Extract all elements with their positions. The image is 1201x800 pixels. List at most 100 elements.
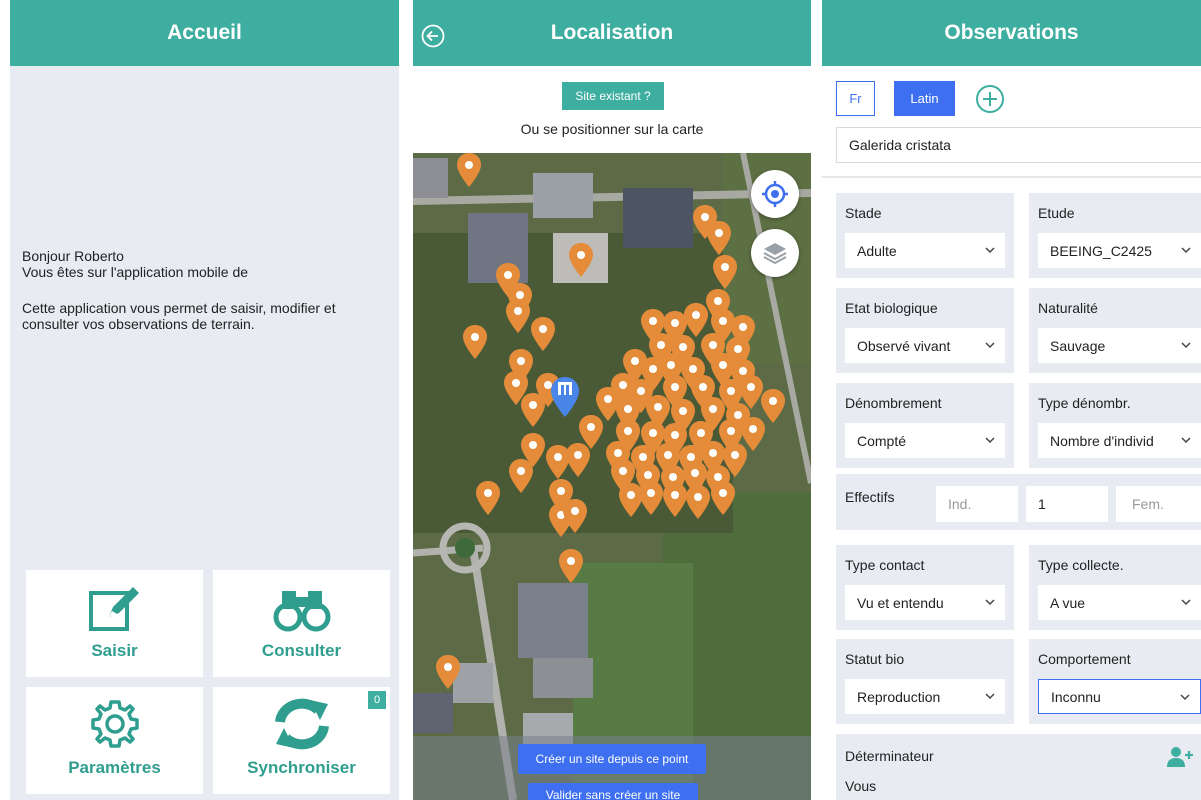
sync-icon [274,698,329,750]
chevron-down-icon [1181,599,1191,606]
localisation-header: Localisation [413,0,811,66]
stade-label: Stade [845,205,882,221]
home-screen: Accueil Bonjour Roberto Vous êtes sur l'… [10,0,399,800]
observations-screen: Observations Fr Latin Galerida cristata … [822,0,1201,800]
localisation-title: Localisation [550,21,674,44]
home-header: Accueil [10,0,399,66]
etat-label: Etat biologique [845,300,938,316]
stade-select[interactable]: Adulte [845,233,1005,268]
consulter-label: Consulter [261,641,342,660]
back-arrow-icon[interactable] [421,24,445,48]
individuals-input[interactable]: Ind. [936,486,1018,522]
chevron-down-icon [985,599,995,606]
determinateur-value: Vous [845,778,877,794]
type-collecte-value: A vue [1050,594,1086,611]
type-contact-select[interactable]: Vu et entendu [845,585,1005,620]
type-contact-field: Type contact Vu et entendu [836,545,1014,630]
layers-button[interactable] [751,229,799,277]
layers-icon [763,243,787,265]
chevron-down-icon [985,342,995,349]
validate-without-site-button[interactable]: Valider sans créer un site [528,783,698,800]
gear-icon [90,700,139,748]
saisir-tile[interactable]: Saisir [26,570,203,677]
etude-value: BEEING_C2425 [1050,242,1152,259]
denombrement-select[interactable]: Compté [845,423,1005,458]
stade-field: Stade Adulte [836,193,1014,278]
chevron-down-icon [1180,694,1190,701]
count-input[interactable]: 1 [1026,486,1108,522]
naturalite-label: Naturalité [1038,300,1098,316]
comportement-field: Comportement Inconnu [1029,639,1201,724]
saisir-label: Saisir [91,641,138,660]
welcome-text: Bonjour Roberto Vous êtes sur l'applicat… [22,248,336,332]
stade-value: Adulte [857,242,897,259]
effectifs-label: Effectifs [845,489,895,505]
comportement-value: Inconnu [1051,688,1101,705]
existing-site-button[interactable]: Site existant ? [562,82,664,110]
etude-label: Etude [1038,205,1075,221]
comportement-select[interactable]: Inconnu [1038,679,1201,714]
naturalite-select[interactable]: Sauvage [1038,328,1201,363]
synchroniser-tile[interactable]: 0 Synchroniser [213,687,390,794]
localisation-screen: Localisation Site existant ? Ou se posit… [413,0,811,800]
binoculars-icon [273,591,330,632]
edit-icon [88,587,139,631]
consulter-tile[interactable]: Consulter [213,570,390,677]
create-site-button[interactable]: Créer un site depuis ce point [518,744,706,774]
type-denombrement-field: Type dénombr. Nombre d'individ [1029,383,1201,468]
lang-fr-button[interactable]: Fr [836,81,875,116]
type-contact-value: Vu et entendu [857,594,944,611]
satellite-map[interactable]: Créer un site depuis ce point Valider sa… [413,153,811,800]
sync-count-badge: 0 [368,691,386,709]
type-collecte-select[interactable]: A vue [1038,585,1201,620]
map-hint: Ou se positionner sur la carte [520,121,704,137]
species-field[interactable]: Galerida cristata [836,127,1201,163]
observations-title: Observations [944,21,1079,44]
chevron-down-icon [985,437,995,444]
statut-bio-label: Statut bio [845,651,905,667]
parametres-label: Paramètres [68,758,161,777]
denombrement-field: Dénombrement Compté [836,383,1014,468]
description-line-1: Cette application vous permet de saisir,… [22,300,336,316]
chevron-down-icon [1181,342,1191,349]
divider [822,176,1201,178]
home-title: Accueil [167,21,242,44]
naturalite-field: Naturalité Sauvage [1029,288,1201,373]
parametres-tile[interactable]: Paramètres [26,687,203,794]
denombrement-label: Dénombrement [845,395,942,411]
add-circle-icon[interactable] [974,83,1006,115]
chevron-down-icon [1181,247,1191,254]
denombrement-value: Compté [857,432,907,449]
etat-biologique-field: Etat biologique Observé vivant [836,288,1014,373]
statut-bio-field: Statut bio Reproduction [836,639,1014,724]
type-contact-label: Type contact [845,557,925,573]
type-collecte-field: Type collecte. A vue [1029,545,1201,630]
etat-select[interactable]: Observé vivant [845,328,1005,363]
naturalite-value: Sauvage [1050,337,1106,354]
determinateur-field: Déterminateur Vous [836,734,1201,800]
crosshair-icon [762,181,788,207]
description-line-2: consulter vos observations de terrain. [22,316,255,332]
determinateur-label: Déterminateur [845,748,934,764]
comportement-label: Comportement [1038,651,1131,667]
type-denombr-label: Type dénombr. [1038,395,1131,411]
intro: Vous êtes sur l'application mobile de [22,264,249,280]
chevron-down-icon [985,693,995,700]
add-user-icon[interactable] [1166,746,1194,768]
effectifs-row: Effectifs Ind. 1 Fem. [836,474,1201,530]
lang-latin-button[interactable]: Latin [894,81,955,116]
statut-bio-select[interactable]: Reproduction [845,679,1005,714]
etude-field: Etude BEEING_C2425 [1029,193,1201,278]
synchroniser-label: Synchroniser [247,758,356,777]
etude-select[interactable]: BEEING_C2425 [1038,233,1201,268]
greeting: Bonjour Roberto [22,248,124,264]
observations-header: Observations [822,0,1201,66]
chevron-down-icon [1181,437,1191,444]
locate-me-button[interactable] [751,170,799,218]
females-input[interactable]: Fem. [1116,486,1201,522]
type-denombr-select[interactable]: Nombre d'individ [1038,423,1201,458]
statut-bio-value: Reproduction [857,688,941,705]
type-collecte-label: Type collecte. [1038,557,1124,573]
type-denombr-value: Nombre d'individ [1050,432,1154,449]
etat-value: Observé vivant [857,337,951,354]
